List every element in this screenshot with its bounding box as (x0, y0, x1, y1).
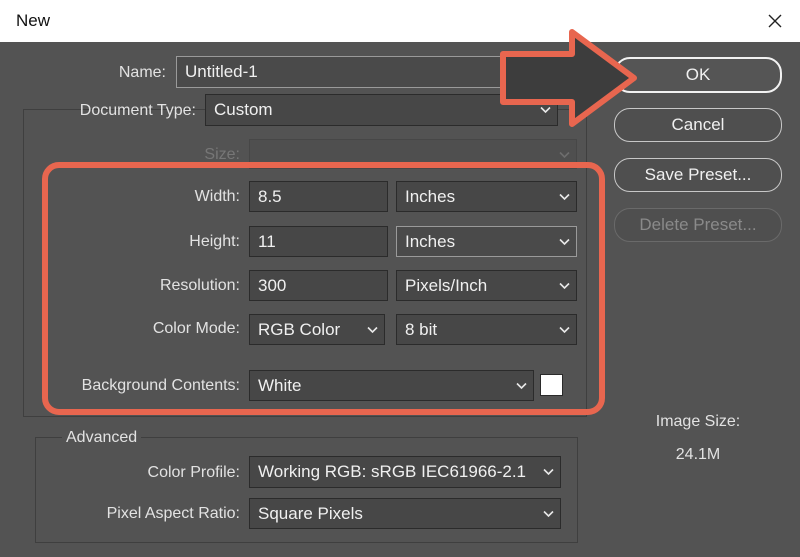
new-document-dialog: New Name: Untitled-1 Document Type: Cust… (0, 0, 800, 557)
pointer-arrow (500, 29, 637, 127)
highlight-box (42, 162, 605, 415)
annotation-overlay (42, 29, 637, 415)
